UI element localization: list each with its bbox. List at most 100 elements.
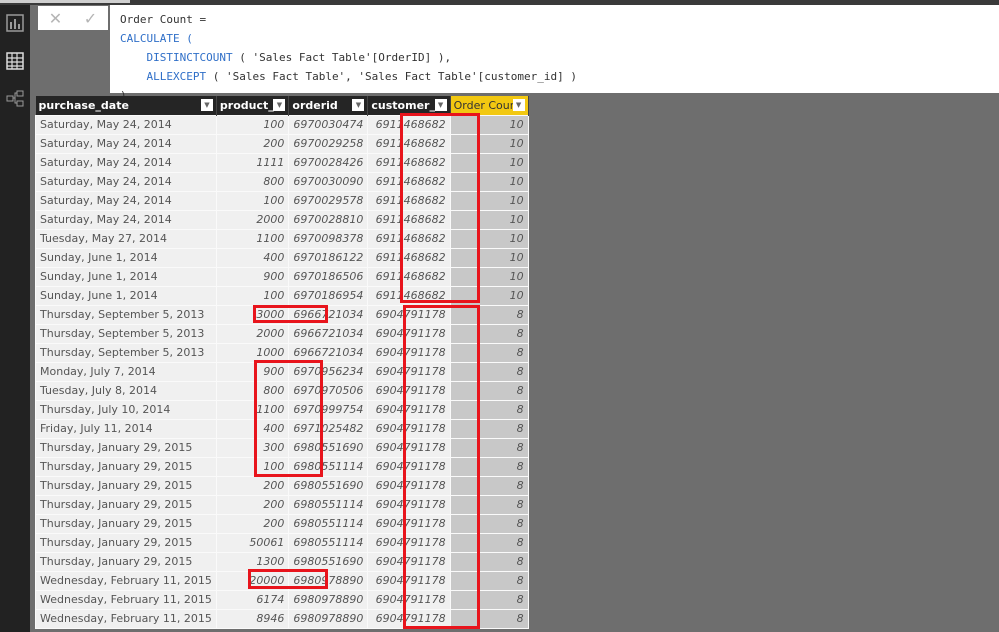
cell-order-count[interactable]: 10 bbox=[449, 285, 529, 306]
cell-purchase_date[interactable]: Tuesday, July 8, 2014 bbox=[35, 380, 217, 401]
cell-orderid[interactable]: 6970970506 bbox=[288, 380, 369, 401]
filter-dropdown-icon[interactable]: ▼ bbox=[273, 99, 286, 111]
cell-purchase_date[interactable]: Thursday, January 29, 2015 bbox=[35, 551, 217, 572]
cell-customer_id[interactable]: 6904791178 bbox=[367, 361, 451, 382]
cell-order-count[interactable]: 8 bbox=[449, 399, 529, 420]
cell-purchase_date[interactable]: Thursday, January 29, 2015 bbox=[35, 494, 217, 515]
cell-product_id[interactable]: 200 bbox=[215, 494, 290, 515]
cell-purchase_date[interactable]: Thursday, January 29, 2015 bbox=[35, 475, 217, 496]
filter-dropdown-icon[interactable]: ▼ bbox=[512, 99, 525, 111]
cell-customer_id[interactable]: 6911468682 bbox=[367, 152, 451, 173]
cell-orderid[interactable]: 6980978890 bbox=[288, 589, 369, 610]
cell-customer_id[interactable]: 6904791178 bbox=[367, 494, 451, 515]
cell-purchase_date[interactable]: Wednesday, February 11, 2015 bbox=[35, 570, 217, 591]
cell-product_id[interactable]: 2000 bbox=[215, 209, 290, 230]
cell-customer_id[interactable]: 6904791178 bbox=[367, 570, 451, 591]
cell-orderid[interactable]: 6966721034 bbox=[288, 323, 369, 344]
cell-purchase_date[interactable]: Thursday, September 5, 2013 bbox=[35, 342, 217, 363]
cell-customer_id[interactable]: 6904791178 bbox=[367, 589, 451, 610]
cell-purchase_date[interactable]: Sunday, June 1, 2014 bbox=[35, 247, 217, 268]
cell-orderid[interactable]: 6980551114 bbox=[288, 456, 369, 477]
cell-customer_id[interactable]: 6904791178 bbox=[367, 437, 451, 458]
cell-orderid[interactable]: 6970030090 bbox=[288, 171, 369, 192]
cell-customer_id[interactable]: 6904791178 bbox=[367, 304, 451, 325]
cell-purchase_date[interactable]: Friday, July 11, 2014 bbox=[35, 418, 217, 439]
cell-customer_id[interactable]: 6911468682 bbox=[367, 209, 451, 230]
column-header[interactable]: purchase_date ▼ bbox=[35, 96, 217, 115]
column-header[interactable]: Order Count ▼ bbox=[450, 96, 529, 115]
data-icon[interactable] bbox=[6, 52, 24, 70]
cell-order-count[interactable]: 10 bbox=[449, 152, 529, 173]
cell-customer_id[interactable]: 6904791178 bbox=[367, 475, 451, 496]
cell-orderid[interactable]: 6980978890 bbox=[288, 608, 369, 629]
cell-product_id[interactable]: 50061 bbox=[215, 532, 290, 553]
cell-customer_id[interactable]: 6904791178 bbox=[367, 513, 451, 534]
cell-product_id[interactable]: 100 bbox=[215, 285, 290, 306]
cell-purchase_date[interactable]: Sunday, June 1, 2014 bbox=[35, 285, 217, 306]
cell-product_id[interactable]: 900 bbox=[215, 361, 290, 382]
cancel-button[interactable]: ✕ bbox=[49, 9, 62, 28]
cell-customer_id[interactable]: 6904791178 bbox=[367, 342, 451, 363]
cell-purchase_date[interactable]: Tuesday, May 27, 2014 bbox=[35, 228, 217, 249]
cell-purchase_date[interactable]: Thursday, January 29, 2015 bbox=[35, 513, 217, 534]
cell-product_id[interactable]: 200 bbox=[215, 475, 290, 496]
cell-product_id[interactable]: 1100 bbox=[215, 228, 290, 249]
cell-purchase_date[interactable]: Wednesday, February 11, 2015 bbox=[35, 608, 217, 629]
cell-orderid[interactable]: 6970029578 bbox=[288, 190, 369, 211]
cell-product_id[interactable]: 6174 bbox=[215, 589, 290, 610]
cell-order-count[interactable]: 10 bbox=[449, 209, 529, 230]
cell-orderid[interactable]: 6970028810 bbox=[288, 209, 369, 230]
cell-orderid[interactable]: 6970028426 bbox=[288, 152, 369, 173]
cell-customer_id[interactable]: 6911468682 bbox=[367, 247, 451, 268]
cell-customer_id[interactable]: 6904791178 bbox=[367, 551, 451, 572]
cell-order-count[interactable]: 8 bbox=[449, 532, 529, 553]
cell-order-count[interactable]: 8 bbox=[449, 494, 529, 515]
cell-order-count[interactable]: 8 bbox=[449, 475, 529, 496]
cell-orderid[interactable]: 6980551114 bbox=[288, 532, 369, 553]
cell-orderid[interactable]: 6980551114 bbox=[288, 513, 369, 534]
cell-purchase_date[interactable]: Saturday, May 24, 2014 bbox=[35, 114, 217, 135]
cell-orderid[interactable]: 6980551114 bbox=[288, 494, 369, 515]
column-header[interactable]: orderid ▼ bbox=[288, 96, 369, 115]
cell-orderid[interactable]: 6966721034 bbox=[288, 342, 369, 363]
cell-purchase_date[interactable]: Saturday, May 24, 2014 bbox=[35, 171, 217, 192]
cell-order-count[interactable]: 8 bbox=[449, 342, 529, 363]
cell-orderid[interactable]: 6966721034 bbox=[288, 304, 369, 325]
cell-order-count[interactable]: 8 bbox=[449, 361, 529, 382]
cell-product_id[interactable]: 8946 bbox=[215, 608, 290, 629]
cell-purchase_date[interactable]: Thursday, January 29, 2015 bbox=[35, 437, 217, 458]
cell-customer_id[interactable]: 6911468682 bbox=[367, 285, 451, 306]
cell-product_id[interactable]: 100 bbox=[215, 190, 290, 211]
cell-product_id[interactable]: 400 bbox=[215, 247, 290, 268]
cell-product_id[interactable]: 100 bbox=[215, 456, 290, 477]
cell-order-count[interactable]: 10 bbox=[449, 228, 529, 249]
cell-customer_id[interactable]: 6904791178 bbox=[367, 456, 451, 477]
cell-product_id[interactable]: 100 bbox=[215, 114, 290, 135]
filter-dropdown-icon[interactable]: ▼ bbox=[200, 99, 213, 111]
cell-purchase_date[interactable]: Monday, July 7, 2014 bbox=[35, 361, 217, 382]
cell-orderid[interactable]: 6970098378 bbox=[288, 228, 369, 249]
cell-order-count[interactable]: 10 bbox=[449, 190, 529, 211]
cell-orderid[interactable]: 6970030474 bbox=[288, 114, 369, 135]
cell-order-count[interactable]: 8 bbox=[449, 608, 529, 629]
cell-purchase_date[interactable]: Sunday, June 1, 2014 bbox=[35, 266, 217, 287]
cell-order-count[interactable]: 8 bbox=[449, 551, 529, 572]
cell-orderid[interactable]: 6980551690 bbox=[288, 475, 369, 496]
cell-product_id[interactable]: 200 bbox=[215, 133, 290, 154]
cell-orderid[interactable]: 6980551690 bbox=[288, 437, 369, 458]
cell-orderid[interactable]: 6970186954 bbox=[288, 285, 369, 306]
cell-order-count[interactable]: 8 bbox=[449, 570, 529, 591]
cell-customer_id[interactable]: 6904791178 bbox=[367, 399, 451, 420]
filter-dropdown-icon[interactable]: ▼ bbox=[434, 99, 447, 111]
cell-order-count[interactable]: 8 bbox=[449, 304, 529, 325]
cell-purchase_date[interactable]: Thursday, September 5, 2013 bbox=[35, 323, 217, 344]
cell-order-count[interactable]: 10 bbox=[449, 247, 529, 268]
cell-product_id[interactable]: 300 bbox=[215, 437, 290, 458]
cell-order-count[interactable]: 8 bbox=[449, 418, 529, 439]
cell-customer_id[interactable]: 6911468682 bbox=[367, 190, 451, 211]
column-header[interactable]: customer_id ▼ bbox=[367, 96, 451, 115]
cell-customer_id[interactable]: 6904791178 bbox=[367, 532, 451, 553]
cell-order-count[interactable]: 8 bbox=[449, 323, 529, 344]
cell-order-count[interactable]: 8 bbox=[449, 380, 529, 401]
cell-purchase_date[interactable]: Thursday, January 29, 2015 bbox=[35, 532, 217, 553]
